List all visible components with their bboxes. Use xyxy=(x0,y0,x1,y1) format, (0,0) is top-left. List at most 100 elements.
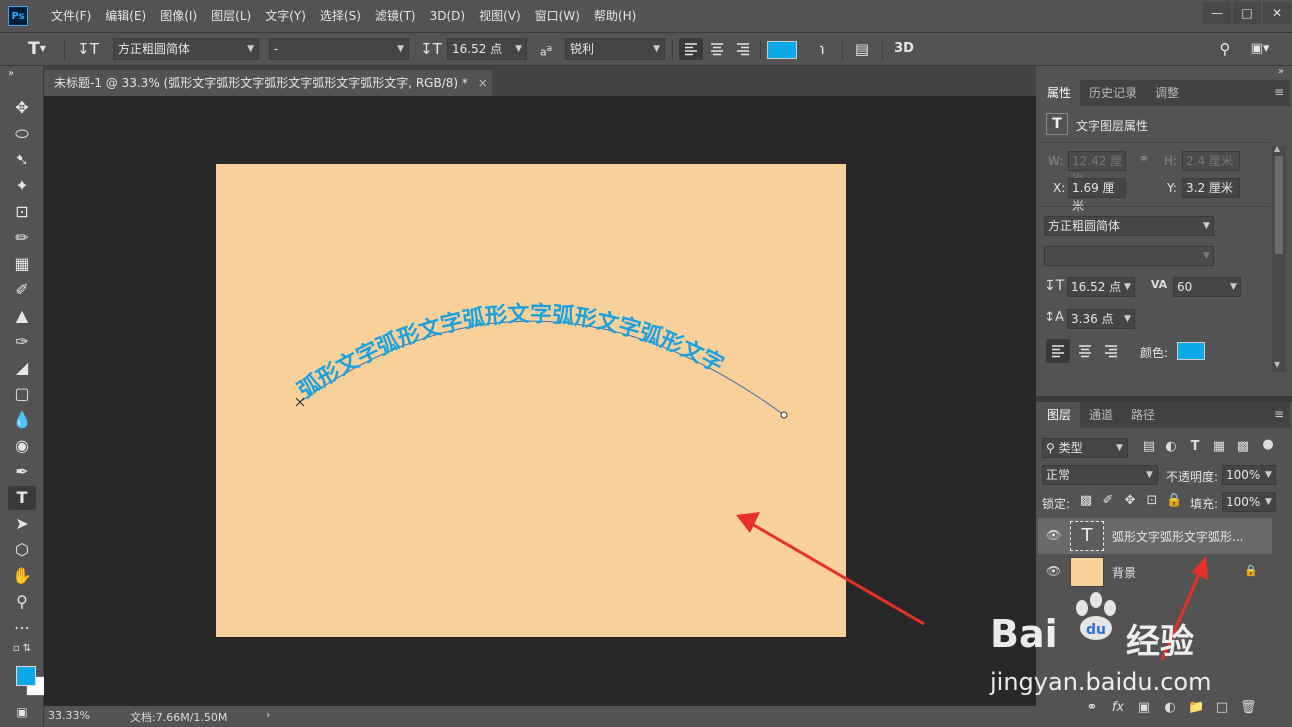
gradient-tool-icon[interactable]: ▢ xyxy=(8,382,36,406)
zoom-level[interactable]: 33.33% xyxy=(48,709,90,722)
document-tab[interactable]: 未标题-1 @ 33.3% (弧形文字弧形文字弧形文字弧形文字弧形文字, RGB… xyxy=(44,70,492,96)
properties-menu-icon[interactable]: ≡ xyxy=(1274,85,1284,99)
healing-brush-tool-icon[interactable]: ▦ xyxy=(8,252,36,276)
lasso-tool-icon[interactable]: ➷ xyxy=(8,148,36,172)
pen-tool-icon[interactable]: ✒ xyxy=(8,460,36,484)
swap-colors-icon[interactable]: ▫ ⇅ xyxy=(8,642,36,656)
type-tool-icon[interactable]: T xyxy=(8,486,36,510)
font-style-select[interactable]: - ▼ xyxy=(269,38,409,60)
restore-icon[interactable]: □ xyxy=(1233,2,1261,24)
status-menu-arrow-icon[interactable]: › xyxy=(266,708,270,721)
menu-type[interactable]: 文字(Y) xyxy=(258,0,313,32)
tab-history[interactable]: 历史记录 xyxy=(1080,80,1146,106)
menu-edit[interactable]: 编辑(E) xyxy=(98,0,153,32)
layers-menu-icon[interactable]: ≡ xyxy=(1274,407,1284,421)
filter-type-icon[interactable]: T xyxy=(1186,439,1204,454)
workspace-switcher-icon[interactable]: ▣▾ xyxy=(1244,38,1276,60)
align-left-button[interactable] xyxy=(679,38,703,60)
quick-mask-icon[interactable]: ▣ xyxy=(8,700,36,724)
lock-transparent-icon[interactable]: ▩ xyxy=(1078,493,1094,508)
new-layer-icon[interactable]: □ xyxy=(1214,700,1230,715)
crop-tool-icon[interactable]: ⊡ xyxy=(8,200,36,224)
font-family-select[interactable]: 方正粗圆简体 ▼ xyxy=(113,38,259,60)
type-tool-preset-icon[interactable]: T▼ xyxy=(22,38,52,60)
props-align-right-button[interactable] xyxy=(1099,339,1123,363)
text-color-swatch[interactable] xyxy=(767,41,797,59)
filter-toggle-icon[interactable]: ● xyxy=(1262,437,1274,452)
minimize-icon[interactable]: — xyxy=(1203,2,1231,24)
stamp-tool-icon[interactable]: ▲ xyxy=(8,304,36,328)
tab-channels[interactable]: 通道 xyxy=(1080,402,1122,428)
blend-mode-select[interactable]: 正常 xyxy=(1042,465,1158,485)
tab-layers[interactable]: 图层 xyxy=(1038,402,1081,428)
layer-name[interactable]: 背景 xyxy=(1112,564,1136,581)
align-center-button[interactable] xyxy=(705,38,729,60)
move-tool-icon[interactable]: ✥ xyxy=(8,96,36,120)
dodge-tool-icon[interactable]: ◉ xyxy=(8,434,36,458)
props-align-center-button[interactable] xyxy=(1073,339,1097,363)
collapse-icon[interactable]: » xyxy=(8,67,36,81)
shape-tool-icon[interactable]: ⬡ xyxy=(8,538,36,562)
align-right-button[interactable] xyxy=(731,38,755,60)
x-field[interactable]: 1.69 厘米 xyxy=(1068,178,1126,213)
eyedropper-tool-icon[interactable]: ✏ xyxy=(8,226,36,250)
scroll-down-icon[interactable]: ▼ xyxy=(1274,360,1280,369)
adjustment-layer-icon[interactable]: ◐ xyxy=(1162,700,1178,715)
menu-image[interactable]: 图像(I) xyxy=(153,0,204,32)
menu-filter[interactable]: 滤镜(T) xyxy=(368,0,423,32)
link-layers-icon[interactable]: ⚭ xyxy=(1084,700,1100,715)
marquee-tool-icon[interactable]: ⬭ xyxy=(8,122,36,146)
layer-row-text[interactable]: 👁 T 弧形文字弧形文字弧形... xyxy=(1038,518,1272,554)
hand-tool-icon[interactable]: ✋ xyxy=(8,564,36,588)
blur-tool-icon[interactable]: 💧 xyxy=(8,408,36,432)
font-size-select[interactable]: 16.52 点 ▼ xyxy=(447,38,527,60)
zoom-tool-icon[interactable]: ⚲ xyxy=(8,590,36,614)
filter-smart-object-icon[interactable]: ▩ xyxy=(1234,439,1252,454)
character-panel-icon[interactable]: ▤ xyxy=(850,38,874,60)
visibility-eye-icon[interactable]: 👁 xyxy=(1046,564,1061,578)
filter-pixel-icon[interactable]: ▤ xyxy=(1140,439,1158,454)
scroll-up-icon[interactable]: ▲ xyxy=(1274,144,1280,153)
history-brush-tool-icon[interactable]: ✑ xyxy=(8,330,36,354)
y-field[interactable]: 3.2 厘米 xyxy=(1182,178,1240,198)
filter-shape-icon[interactable]: ▦ xyxy=(1210,439,1228,454)
brush-tool-icon[interactable]: ✐ xyxy=(8,278,36,302)
path-selection-tool-icon[interactable]: ➤ xyxy=(8,512,36,536)
layer-row-background[interactable]: 👁 背景 🔒 xyxy=(1038,554,1272,590)
lock-pixels-icon[interactable]: ✐ xyxy=(1100,493,1116,508)
3d-button[interactable]: 3D xyxy=(890,38,918,60)
eraser-tool-icon[interactable]: ◢ xyxy=(8,356,36,380)
more-tools-icon[interactable]: ⋯ xyxy=(8,616,36,640)
menu-view[interactable]: 视图(V) xyxy=(472,0,528,32)
filter-adjustment-icon[interactable]: ◐ xyxy=(1162,439,1180,454)
magic-wand-tool-icon[interactable]: ✦ xyxy=(8,174,36,198)
add-mask-icon[interactable]: ▣ xyxy=(1136,700,1152,715)
tab-adjustments[interactable]: 调整 xyxy=(1146,80,1188,106)
antialias-select[interactable]: 锐利 ▼ xyxy=(565,38,665,60)
menu-window[interactable]: 窗口(W) xyxy=(528,0,587,32)
close-icon[interactable]: ✕ xyxy=(1263,2,1291,24)
menu-help[interactable]: 帮助(H) xyxy=(587,0,643,32)
menu-layer[interactable]: 图层(L) xyxy=(204,0,258,32)
delete-layer-icon[interactable]: 🗑 xyxy=(1240,700,1257,715)
fx-icon[interactable]: fx xyxy=(1110,700,1126,715)
collapse-panels-icon[interactable]: » xyxy=(1278,66,1284,77)
lock-position-icon[interactable]: ✥ xyxy=(1122,493,1138,508)
new-group-icon[interactable]: 📁 xyxy=(1188,700,1204,715)
warp-text-icon[interactable]: ℩ xyxy=(810,38,834,60)
tab-paths[interactable]: 路径 xyxy=(1122,402,1164,428)
lock-all-icon[interactable]: 🔒 xyxy=(1166,493,1182,508)
search-icon[interactable]: ⚲ xyxy=(1214,38,1236,60)
lock-artboard-icon[interactable]: ⊡ xyxy=(1144,493,1160,508)
toggle-text-orientation-icon[interactable]: ↧T xyxy=(76,38,100,60)
menu-select[interactable]: 选择(S) xyxy=(313,0,368,32)
props-font-family-select[interactable]: 方正粗圆简体 xyxy=(1044,216,1214,236)
close-tab-icon[interactable]: × xyxy=(478,76,488,90)
visibility-eye-icon[interactable]: 👁 xyxy=(1046,528,1061,542)
tab-properties[interactable]: 属性 xyxy=(1038,80,1081,106)
menu-3d[interactable]: 3D(D) xyxy=(423,0,472,32)
props-align-left-button[interactable] xyxy=(1046,339,1070,363)
menu-file[interactable]: 文件(F) xyxy=(44,0,98,32)
props-color-swatch[interactable] xyxy=(1177,342,1205,360)
scrollbar-thumb[interactable] xyxy=(1275,156,1283,254)
